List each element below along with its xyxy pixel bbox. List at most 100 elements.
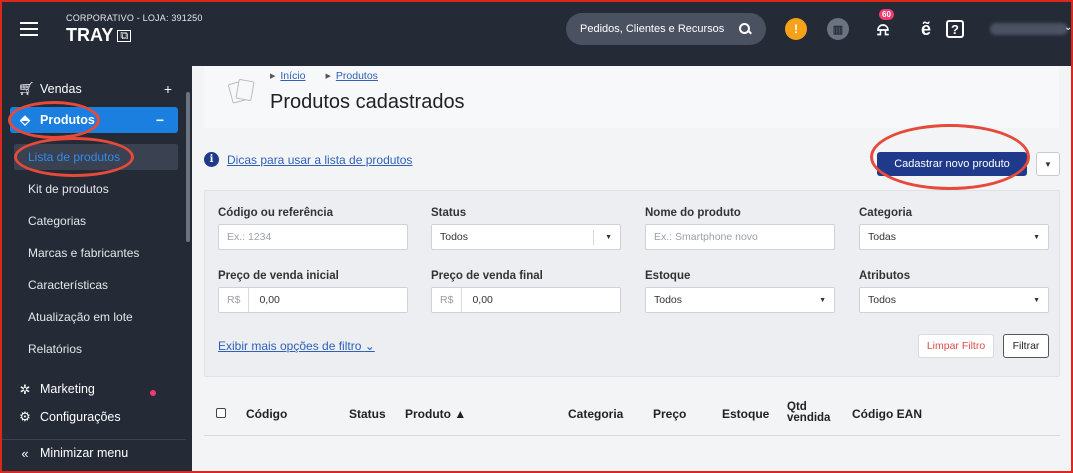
sidebar-item-marcas-e-fabricantes[interactable]: Marcas e fabricantes xyxy=(0,240,186,266)
sidebar-scrollbar[interactable] xyxy=(186,92,190,242)
breadcrumb-link-inicio[interactable]: Início xyxy=(280,70,305,82)
estoque-select[interactable]: Todos ▼ xyxy=(645,287,835,313)
cart-icon: 🛒︎ xyxy=(18,81,35,96)
sidebar-item-vendas[interactable]: 🛒︎ Vendas + xyxy=(0,76,186,102)
tag-icon: ⬘ xyxy=(20,112,30,127)
caret-down-icon: ▼ xyxy=(1033,297,1040,304)
sidebar-item-lista-de-produtos[interactable]: Lista de produtos xyxy=(14,144,178,170)
sidebar-item-label: Configurações xyxy=(40,410,121,424)
gear-icon: ⚙ xyxy=(19,409,31,424)
search-placeholder: Pedidos, Clientes e Recursos xyxy=(580,23,725,35)
column-header-status[interactable]: Status xyxy=(349,407,386,421)
select-all-checkbox[interactable] xyxy=(216,408,226,418)
caret-right-icon: ▶ xyxy=(270,73,276,80)
categoria-select[interactable]: Todas ▼ xyxy=(859,224,1049,250)
sidebar-item-configuracoes[interactable]: ⚙ Configurações xyxy=(0,404,186,430)
column-header-codigo[interactable]: Código xyxy=(246,407,287,421)
filter-categoria: Categoria Todas ▼ xyxy=(859,207,1049,250)
brand-logo[interactable]: TRAY ⧉ xyxy=(66,25,132,46)
info-icon: i xyxy=(204,152,219,167)
filter-preco-final: Preço de venda final R$ 0,00 xyxy=(431,270,621,313)
bank-icon[interactable]: ▥ xyxy=(827,18,849,40)
external-link-icon[interactable]: ⧉ xyxy=(117,30,132,42)
help-icon[interactable]: ? xyxy=(946,20,964,38)
collapse-icon[interactable]: − xyxy=(156,112,164,128)
header-line: vendida xyxy=(787,412,831,424)
clear-filter-button[interactable]: Limpar Filtro xyxy=(918,334,994,358)
column-header-preco[interactable]: Preço xyxy=(653,407,686,421)
sidebar-item-label: Kit de produtos xyxy=(28,182,109,196)
nome-produto-input[interactable]: Ex.: Smartphone novo xyxy=(645,224,835,250)
filter-preco-inicial: Preço de venda inicial R$ 0,00 xyxy=(218,270,408,313)
tips-link[interactable]: Dicas para usar a lista de produtos xyxy=(227,153,412,167)
sidebar-item-relatorios[interactable]: Relatórios xyxy=(0,336,186,362)
megaphone-icon: ✲ xyxy=(19,382,31,396)
caret-down-icon: ▼ xyxy=(819,297,826,304)
column-header-estoque[interactable]: Estoque xyxy=(722,407,769,421)
more-filter-options-link[interactable]: Exibir mais opções de filtro ⌄ xyxy=(218,339,375,353)
sidebar-item-atualizacao-em-lote[interactable]: Atualização em lote xyxy=(0,304,186,330)
field-label: Categoria xyxy=(859,207,913,219)
field-label: Nome do produto xyxy=(645,207,741,219)
atributos-select[interactable]: Todos ▼ xyxy=(859,287,1049,313)
select-value: Todos xyxy=(654,294,683,306)
field-label: Preço de venda final xyxy=(431,270,543,282)
sidebar-item-produtos[interactable]: ⬘ Produtos − xyxy=(10,107,178,133)
sidebar-item-caracteristicas[interactable]: Características xyxy=(0,272,186,298)
column-header-categoria[interactable]: Categoria xyxy=(568,407,623,421)
apply-filter-button[interactable]: Filtrar xyxy=(1003,334,1049,358)
chevron-down-circle-icon: ⌄ xyxy=(364,339,375,353)
filter-status: Status Todos ▼ xyxy=(431,207,621,250)
filter-atributos: Atributos Todos ▼ xyxy=(859,270,1049,313)
input-value: 0,00 xyxy=(472,294,493,306)
breadcrumb-link-produtos[interactable]: Produtos xyxy=(336,70,378,82)
user-name-blurred[interactable] xyxy=(990,23,1068,35)
sidebar: 🛒︎ Vendas + ⬘ Produtos − Lista de produt… xyxy=(0,66,192,473)
column-header-produto[interactable]: Produto ▲ xyxy=(405,407,466,421)
select-value: Todas xyxy=(868,231,897,243)
double-chevron-left-icon: « xyxy=(21,445,29,461)
codigo-input[interactable]: Ex.: 1234 xyxy=(218,224,408,250)
tips-row: i Dicas para usar a lista de produtos xyxy=(204,152,412,167)
filter-estoque: Estoque Todos ▼ xyxy=(645,270,835,313)
chevron-down-icon[interactable]: ⌄ xyxy=(1064,22,1072,33)
new-indicator-dot xyxy=(150,390,156,396)
sidebar-item-kit-de-produtos[interactable]: Kit de produtos xyxy=(0,176,186,202)
menu-icon[interactable] xyxy=(20,22,38,36)
sidebar-item-label: Atualização em lote xyxy=(28,310,133,324)
tray-icon[interactable]: ẽ xyxy=(915,18,937,40)
sidebar-item-label: Características xyxy=(28,278,109,292)
preco-inicial-input[interactable]: R$ 0,00 xyxy=(218,287,408,313)
global-search[interactable]: Pedidos, Clientes e Recursos xyxy=(566,13,766,45)
sidebar-item-label: Vendas xyxy=(40,82,82,96)
page-header: ▶ Início ▶ Produtos Produtos cadastrados xyxy=(204,66,1059,128)
filter-panel: Código ou referência Ex.: 1234 Status To… xyxy=(204,190,1060,377)
sidebar-item-label: Marketing xyxy=(40,382,95,396)
caret-down-icon: ▼ xyxy=(1033,234,1040,241)
bell-icon[interactable]: ⍾ xyxy=(872,18,894,40)
preco-final-input[interactable]: R$ 0,00 xyxy=(431,287,621,313)
sidebar-item-label: Relatórios xyxy=(28,342,83,356)
sidebar-item-label: Marcas e fabricantes xyxy=(28,246,140,260)
add-product-button[interactable]: Cadastrar novo produto xyxy=(877,152,1027,176)
store-identifier: CORPORATIVO - LOJA: 391250 xyxy=(66,13,203,23)
caret-right-icon: ▶ xyxy=(325,73,331,80)
add-product-options-button[interactable]: ▼ xyxy=(1036,152,1060,176)
sidebar-minimize-button[interactable]: « Minimizar menu xyxy=(0,440,186,466)
column-header-qtd-vendida[interactable]: Qtd vendida xyxy=(787,401,831,424)
brand-name: TRAY xyxy=(66,25,114,45)
field-label: Atributos xyxy=(859,270,911,282)
column-header-codigo-ean[interactable]: Código EAN xyxy=(852,407,922,421)
sidebar-item-categorias[interactable]: Categorias xyxy=(0,208,186,234)
main-content: ▶ Início ▶ Produtos Produtos cadastrados i… xyxy=(192,66,1071,471)
top-bar: CORPORATIVO - LOJA: 391250 TRAY ⧉ Pedidos… xyxy=(0,0,1073,66)
filter-nome: Nome do produto Ex.: Smartphone novo xyxy=(645,207,835,250)
sidebar-item-marketing[interactable]: ✲ Marketing xyxy=(0,382,186,396)
sidebar-item-label: Categorias xyxy=(28,214,87,228)
status-select[interactable]: Todos ▼ xyxy=(431,224,621,250)
expand-icon[interactable]: + xyxy=(164,81,172,97)
alert-icon[interactable]: ! xyxy=(785,18,807,40)
products-table-header: Código Status Produto ▲ Categoria Preço … xyxy=(204,392,1060,436)
input-value: 0,00 xyxy=(259,294,280,306)
search-icon[interactable] xyxy=(738,22,752,36)
